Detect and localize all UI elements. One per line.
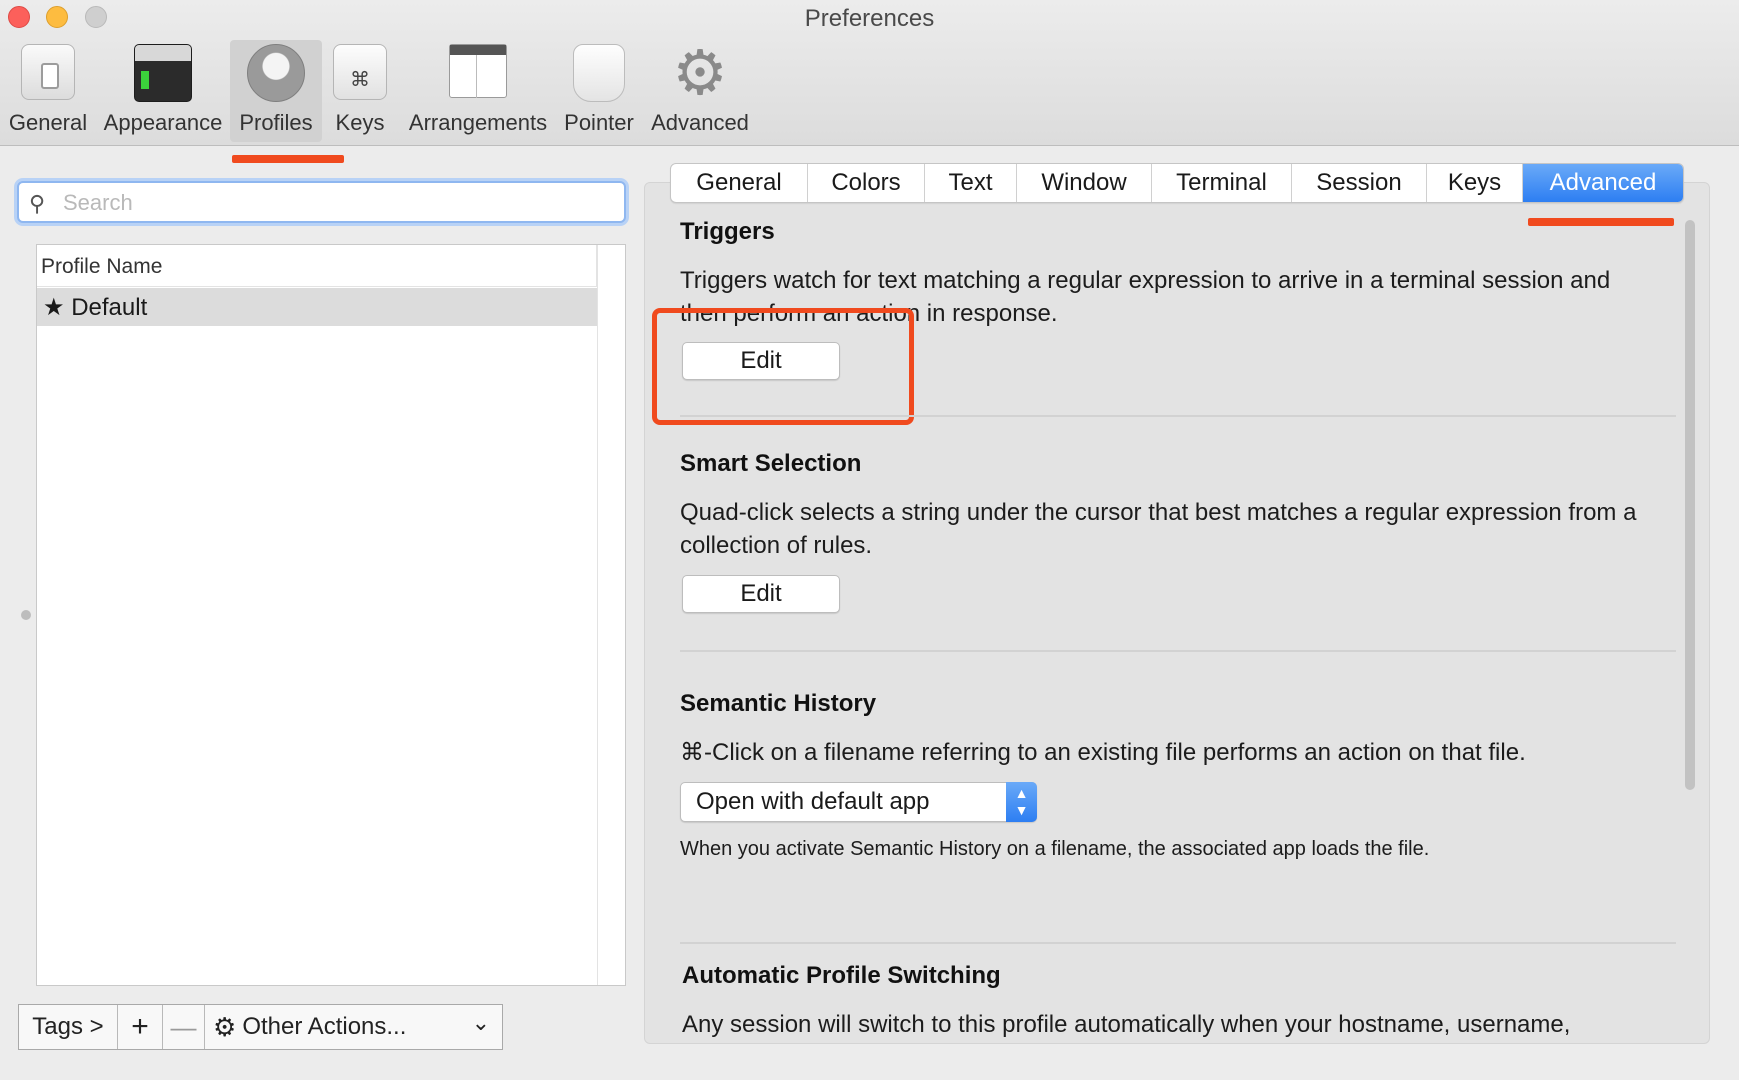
other-actions-dropdown[interactable]: ⚙ Other Actions... ⌄ [205, 1005, 502, 1049]
chevron-down-icon: ⌄ [471, 1010, 490, 1035]
profile-list: Profile Name ★ Default [36, 244, 626, 986]
toolbar: Preferences General Appearance Profiles … [0, 0, 1739, 146]
triggers-heading: Triggers [680, 218, 775, 245]
profile-name-column-header[interactable]: Profile Name [37, 245, 597, 287]
tab-session[interactable]: Session [1292, 164, 1427, 202]
star-icon: ★ [43, 294, 65, 321]
toolbar-item-label: Arrangements [408, 110, 548, 135]
remove-profile-button[interactable]: — [163, 1005, 205, 1049]
add-profile-button[interactable]: + [118, 1005, 163, 1049]
arrangements-icon [449, 44, 507, 98]
split-view-handle[interactable] [21, 610, 31, 620]
semantic-history-action-select[interactable]: Open with default app ▲ ▼ [680, 782, 1037, 822]
toolbar-item-label: General [8, 110, 88, 135]
annotation-underline-advanced [1528, 218, 1674, 226]
tags-button[interactable]: Tags > [19, 1005, 118, 1049]
profile-tabs: General Colors Text Window Terminal Sess… [670, 163, 1684, 203]
toolbar-item-advanced[interactable]: ⚙ Advanced [648, 40, 752, 142]
tab-keys[interactable]: Keys [1427, 164, 1523, 202]
other-actions-label: Other Actions... [242, 1013, 407, 1040]
tab-general[interactable]: General [671, 164, 808, 202]
toolbar-item-appearance[interactable]: Appearance [100, 40, 226, 142]
profile-row-label: Default [71, 294, 148, 321]
semantic-history-description: ⌘-Click on a filename referring to an ex… [680, 739, 1526, 766]
window-title: Preferences [804, 5, 935, 32]
toolbar-item-arrangements[interactable]: Arrangements [404, 40, 552, 142]
section-divider [680, 942, 1676, 944]
select-value: Open with default app [696, 788, 930, 815]
gear-icon: ⚙ [672, 39, 728, 108]
up-down-chevron-icon: ▲ ▼ [1006, 782, 1037, 822]
toolbar-item-label: Appearance [103, 110, 223, 135]
toolbar-item-pointer[interactable]: Pointer [560, 40, 638, 142]
toolbar-item-label: Profiles [239, 110, 313, 135]
smart-selection-description: Quad-click selects a string under the cu… [680, 499, 1637, 559]
tab-terminal[interactable]: Terminal [1152, 164, 1292, 202]
gear-icon: ⚙ [213, 1011, 237, 1042]
profile-row-default[interactable]: ★ Default [37, 288, 597, 326]
profiles-icon [247, 44, 305, 102]
search-icon: ⚲ [29, 191, 46, 216]
profile-actions-bar: Tags > + — ⚙ Other Actions... ⌄ [18, 1004, 503, 1050]
toolbar-item-label: Advanced [651, 110, 749, 135]
section-divider [680, 650, 1676, 652]
toolbar-item-label: Pointer [564, 110, 634, 135]
keys-icon: ⌘ [333, 44, 387, 100]
profile-search-field[interactable]: ⚲ [17, 181, 626, 223]
tab-text[interactable]: Text [925, 164, 1017, 202]
toolbar-item-keys[interactable]: ⌘ Keys [326, 40, 394, 142]
annotation-highlight-box [652, 308, 914, 425]
pointer-icon [573, 44, 625, 102]
search-input[interactable] [63, 188, 603, 218]
tab-advanced[interactable]: Advanced [1523, 164, 1683, 202]
tab-window[interactable]: Window [1017, 164, 1152, 202]
column-divider [597, 245, 598, 985]
toolbar-item-profiles[interactable]: Profiles [230, 40, 322, 142]
appearance-icon [134, 44, 192, 102]
annotation-underline-profiles [232, 155, 344, 163]
automatic-profile-switching-heading: Automatic Profile Switching [682, 962, 1001, 989]
semantic-history-heading: Semantic History [680, 690, 877, 717]
smart-selection-heading: Smart Selection [680, 450, 862, 477]
scrollbar-thumb[interactable] [1685, 220, 1695, 790]
toolbar-item-general[interactable]: General [4, 40, 92, 142]
section-divider [680, 415, 1676, 417]
automatic-profile-switching-description: Any session will switch to this profile … [682, 1011, 1571, 1038]
general-icon [21, 44, 75, 100]
tab-colors[interactable]: Colors [808, 164, 925, 202]
semantic-history-note: When you activate Semantic History on a … [680, 838, 1430, 860]
settings-scrollbar[interactable] [1682, 220, 1698, 790]
toolbar-item-label: Keys [335, 110, 385, 135]
edit-smart-selection-button[interactable]: Edit [682, 575, 840, 613]
